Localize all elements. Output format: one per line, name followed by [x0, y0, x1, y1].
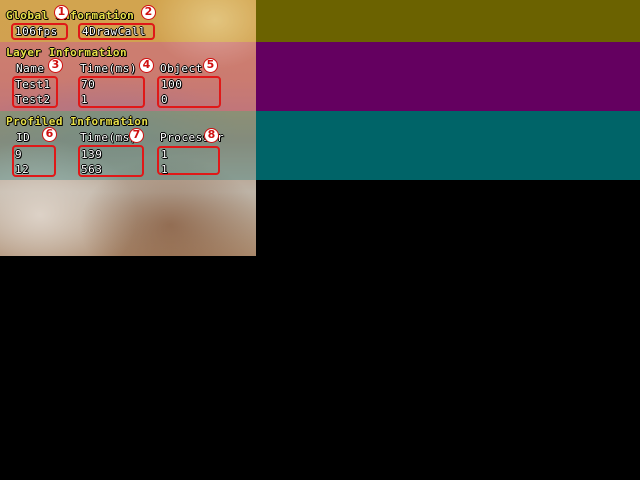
- marker-3: 3: [48, 58, 63, 73]
- layer-title: Layer Information: [6, 46, 128, 59]
- layer-col-object: Object: [160, 62, 203, 75]
- fps-value: 106fps: [15, 25, 58, 38]
- profiled-title: Profiled Information: [6, 115, 149, 128]
- layer-time-2: 1: [81, 93, 89, 106]
- marker-1: 1: [54, 5, 69, 20]
- layer-name-1: Test1: [15, 78, 51, 91]
- global-title: Global Information: [6, 9, 135, 22]
- profiled-time-2: 563: [81, 163, 103, 176]
- profiled-id-2: 12: [15, 163, 30, 176]
- profiled-col-id: ID: [16, 131, 31, 144]
- layer-band: [256, 42, 640, 111]
- layer-object-2: 0: [161, 93, 169, 106]
- profiled-id-1: 9: [15, 148, 23, 161]
- profiled-processor-1: 1: [161, 148, 169, 161]
- marker-2: 2: [141, 5, 156, 20]
- profiled-processor-2: 1: [161, 163, 169, 176]
- marker-7: 7: [129, 128, 144, 143]
- marker-6: 6: [42, 127, 57, 142]
- profiled-band: [256, 111, 640, 180]
- layer-time-1: 70: [81, 78, 96, 91]
- global-band: [256, 0, 640, 42]
- marker-4: 4: [139, 58, 154, 73]
- layer-col-name: Name: [16, 62, 45, 75]
- layer-name-2: Test2: [15, 93, 51, 106]
- layer-col-time: Time(ms): [80, 62, 137, 75]
- layer-object-1: 100: [161, 78, 183, 91]
- marker-5: 5: [203, 58, 218, 73]
- profiled-time-1: 139: [81, 148, 103, 161]
- drawcall-value: 4DrawCall: [82, 25, 147, 38]
- marker-8: 8: [204, 128, 219, 143]
